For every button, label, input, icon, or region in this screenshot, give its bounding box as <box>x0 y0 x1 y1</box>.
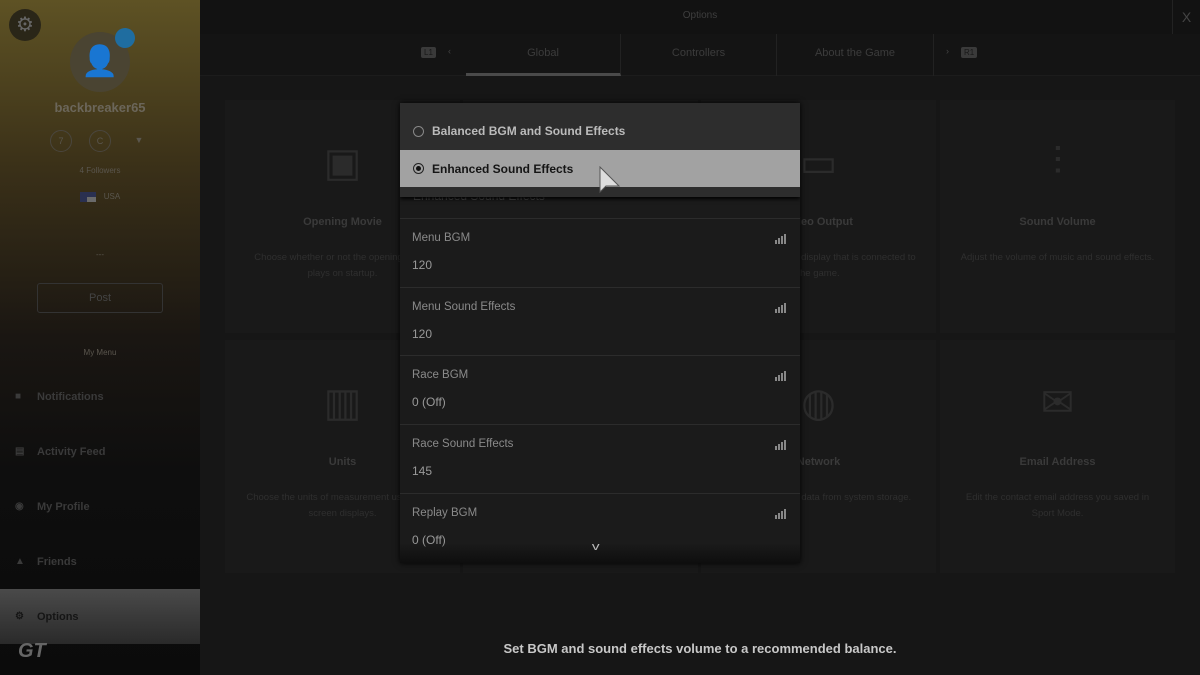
scroll-down-chevron-icon[interactable]: v <box>592 541 600 553</box>
sidebar-item-my-profile[interactable]: ◉ My Profile <box>0 479 200 534</box>
volume-bars-icon <box>775 508 786 519</box>
level-badge <box>115 28 135 48</box>
sidebar-item-options[interactable]: ⚙ Options <box>0 589 200 644</box>
option-card[interactable]: ⫶ Sound Volume Adjust the volume of music … <box>940 100 1175 333</box>
card-title: Email Address <box>1019 456 1096 468</box>
level-icon: ▼ <box>134 135 144 145</box>
gear-icon: ⚙ <box>15 611 24 622</box>
volume-row[interactable]: Race BGM 0 (Off) <box>400 355 800 423</box>
volume-label: Menu BGM <box>412 232 471 244</box>
page-title: Options <box>682 10 718 21</box>
volume-bars-icon <box>775 371 786 382</box>
card-description: Adjust the volume of music and sound eff… <box>960 252 1155 263</box>
card-description: Edit the contact email address you saved… <box>965 492 1150 519</box>
sidebar: ⚙ 👤 backbreaker65 7 C ▼ 4 Followers USA … <box>0 0 200 675</box>
tab-bar: L1 ‹ Global Controllers About the Game ›… <box>200 34 1200 76</box>
volume-bars-icon <box>775 440 786 451</box>
hint-text: Set BGM and sound effects volume to a re… <box>503 641 897 656</box>
volume-label: Race BGM <box>412 369 469 382</box>
driver-rating: 7 <box>50 130 72 152</box>
friends-icon: ▲ <box>15 556 25 567</box>
sidebar-item-friends[interactable]: ▲ Friends <box>0 534 200 589</box>
volume-value: 0 (Off) <box>412 395 446 410</box>
header: Options X <box>200 0 1200 34</box>
separator: --- <box>96 250 104 259</box>
tab-global[interactable]: Global <box>466 34 621 76</box>
sidebar-item-activity-feed[interactable]: ▤ Activity Feed <box>0 424 200 479</box>
volume-row[interactable]: Race Sound Effects 145 <box>400 424 800 492</box>
volume-label: Replay BGM <box>412 506 478 519</box>
option-card[interactable]: ✉ Email Address Edit the contact email add… <box>940 340 1175 573</box>
profile-stats: 7 C ▼ <box>50 130 150 152</box>
pointer-cursor-icon <box>599 166 621 194</box>
r1-button-icon[interactable]: R1 <box>961 47 978 58</box>
chevron-left-icon: ‹ <box>448 46 451 56</box>
volume-value: 120 <box>412 258 433 272</box>
volume-value: 145 <box>412 464 433 479</box>
chevron-right-icon: › <box>946 46 949 56</box>
envelope-icon: ✉ <box>1040 381 1075 425</box>
usa-flag-icon <box>79 192 96 202</box>
gt-logo: GT <box>18 640 46 662</box>
sliders-icon: ⫶ <box>1052 140 1063 184</box>
volume-bars-icon <box>775 234 786 244</box>
volume-row[interactable]: Menu Sound Effects 120 <box>400 286 800 355</box>
username: backbreaker65 <box>54 100 146 115</box>
followers-count: 4 Followers <box>79 166 121 175</box>
post-button[interactable]: Post <box>37 283 163 313</box>
menu-heading: My Menu <box>83 348 117 357</box>
settings-gear-button[interactable]: ⚙ <box>9 9 41 41</box>
profile-icon: ◉ <box>15 501 24 512</box>
volume-label: Menu Sound Effects <box>412 300 516 313</box>
volume-label: Race Sound Effects <box>412 438 514 451</box>
tab-about-the-game[interactable]: About the Game <box>777 34 934 76</box>
sidebar-item-notifications[interactable]: ■ Notifications <box>0 369 200 424</box>
volume-row[interactable]: Menu BGM 120 <box>400 218 800 286</box>
country: USA <box>0 192 200 202</box>
volume-value: 120 <box>412 326 433 341</box>
radio-selected-icon <box>413 163 424 174</box>
radio-icon <box>413 125 424 137</box>
l1-button-icon[interactable]: L1 <box>421 47 436 58</box>
feed-icon: ▤ <box>15 446 25 457</box>
tab-controllers[interactable]: Controllers <box>621 34 777 76</box>
close-button[interactable]: X <box>1172 0 1200 34</box>
card-title: Sound Volume <box>1019 216 1096 228</box>
bell-icon: ■ <box>15 391 22 402</box>
volume-bars-icon <box>775 302 786 313</box>
sportsmanship-rating: C <box>89 130 111 152</box>
option-balanced[interactable]: Balanced BGM and Sound Effects <box>400 113 800 149</box>
